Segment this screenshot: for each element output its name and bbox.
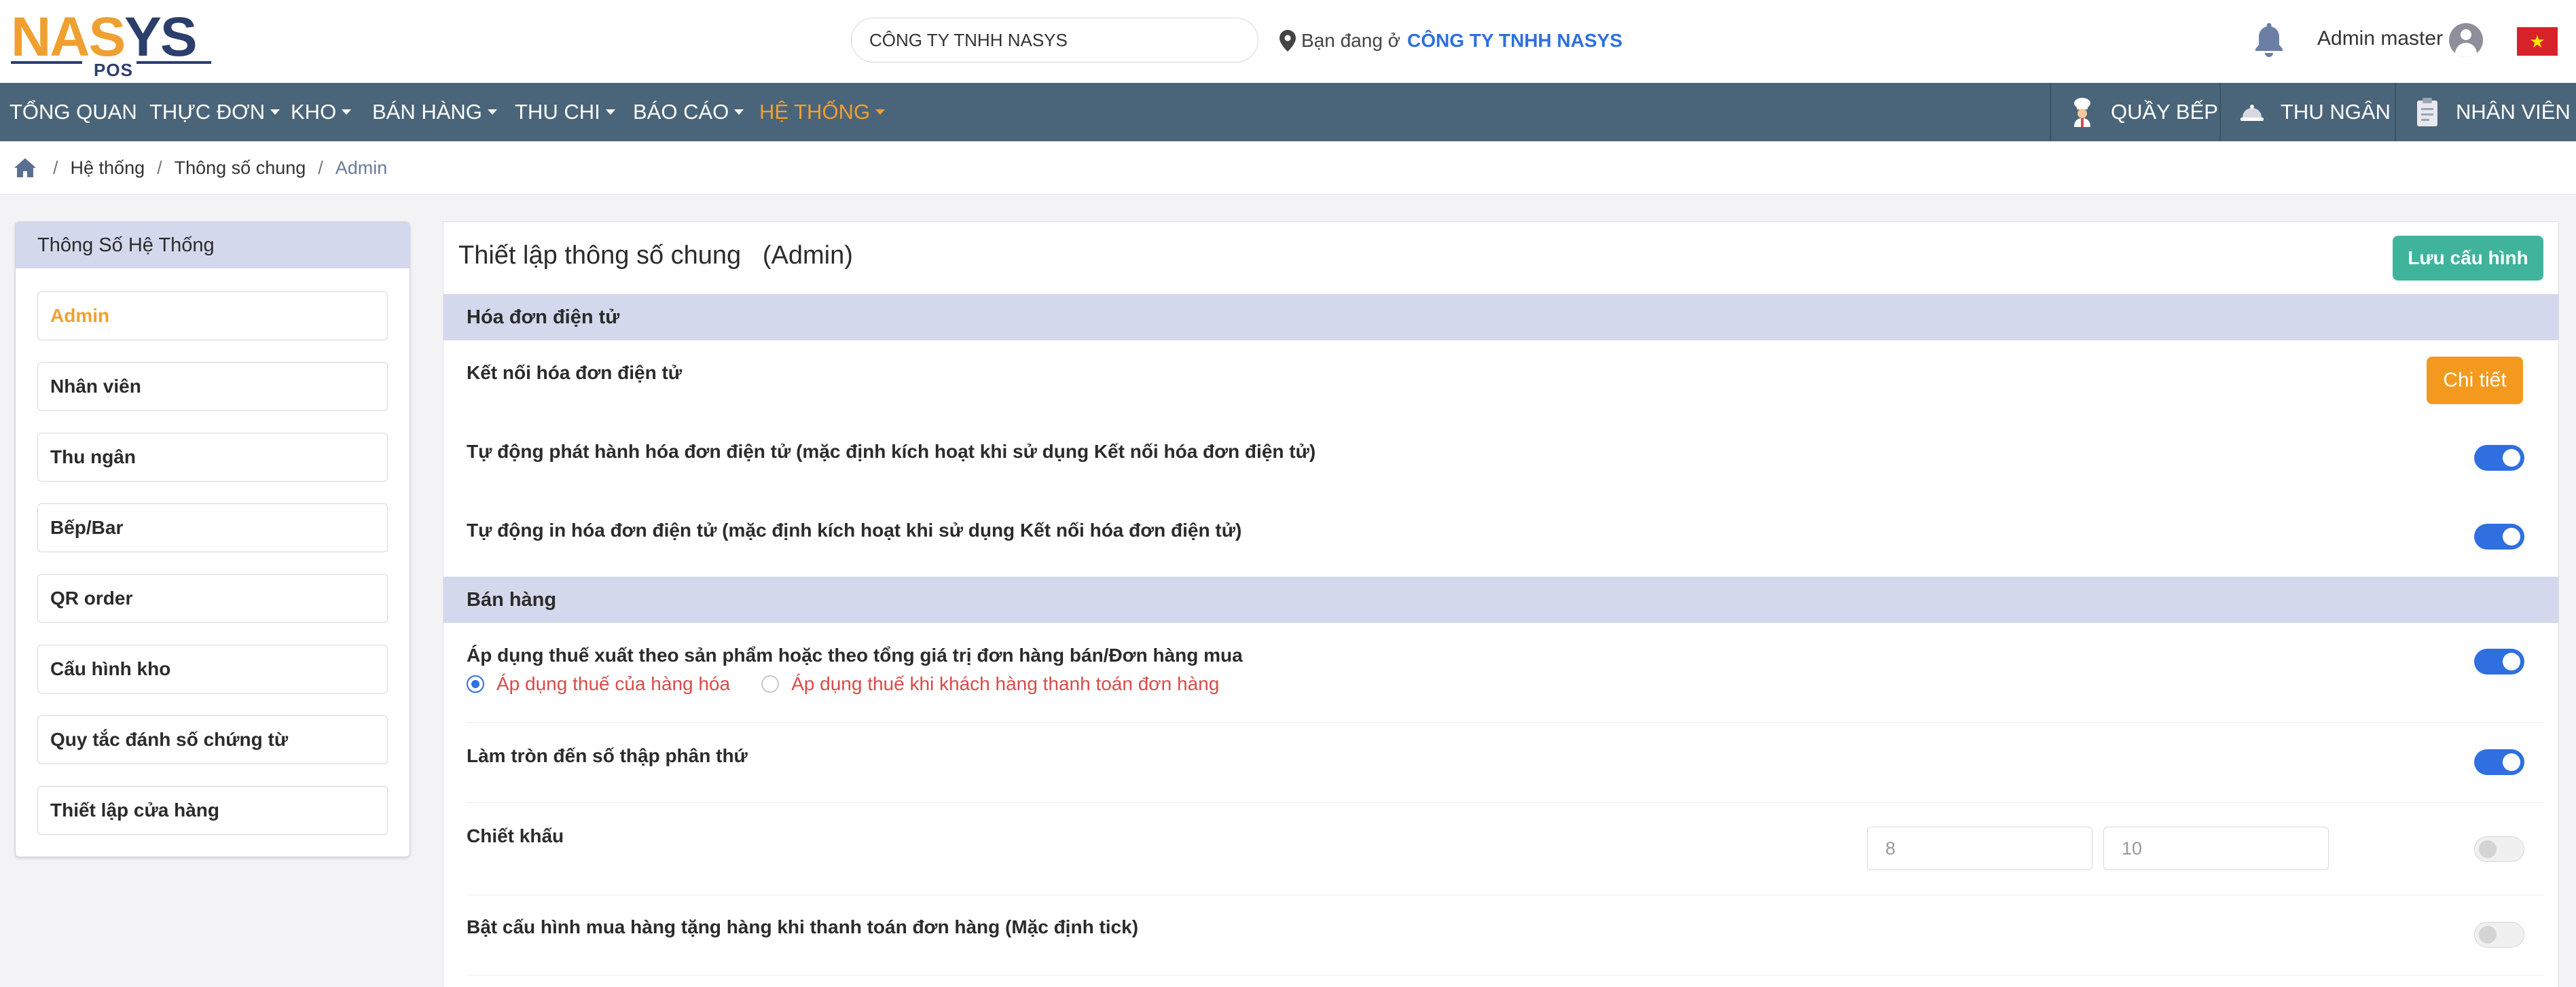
logo-underline-left <box>11 61 82 64</box>
discount-input-2[interactable]: 10 <box>2103 827 2329 870</box>
chevron-down-icon <box>605 109 615 115</box>
sidebar-title: Thông Số Hệ Thống <box>16 222 410 268</box>
nav-thu-chi[interactable]: THU CHI <box>515 83 615 141</box>
gift-config-label: Bật cấu hình mua hàng tặng hàng khi than… <box>467 916 1139 937</box>
logo-text-na: NA <box>11 6 90 68</box>
row-divider <box>467 722 2545 723</box>
sidebar-item-admin[interactable]: Admin <box>37 291 388 340</box>
tax-mode-options: Áp dụng thuế của hàng hóa Áp dụng thuế k… <box>467 673 1250 695</box>
settings-sidebar: Thông Số Hệ Thống Admin Nhân viên Thu ng… <box>15 221 410 857</box>
rounding-label: Làm tròn đến số thập phân thứ <box>467 745 748 766</box>
breadcrumb-current: Admin <box>335 158 388 178</box>
current-location: Bạn đang ở CÔNG TY TNHH NASYS <box>1280 27 1622 54</box>
notification-bell-icon[interactable] <box>2253 22 2285 57</box>
sidebar-item-cau-hinh-kho[interactable]: Cấu hình kho <box>37 645 388 694</box>
invoice-detail-button[interactable]: Chi tiết <box>2427 357 2523 404</box>
breadcrumb-thong-so-chung[interactable]: Thông số chung <box>175 158 306 179</box>
page-title: Thiết lập thông số chung (Admin) <box>458 241 853 270</box>
logo-underline-right <box>137 61 211 64</box>
nav-kho[interactable]: KHO <box>291 83 352 141</box>
discount-input-1[interactable]: 8 <box>1867 827 2092 870</box>
vietnam-flag-icon[interactable]: ★ <box>2517 27 2558 56</box>
sidebar-item-qr-order[interactable]: QR order <box>37 574 388 623</box>
settings-panel: Thiết lập thông số chung (Admin) Lưu cấu… <box>443 221 2559 987</box>
discount-toggle[interactable] <box>2474 836 2524 862</box>
rounding-toggle[interactable] <box>2474 749 2524 775</box>
tax-option-payment-label[interactable]: Áp dụng thuế khi khách hàng thanh toán đ… <box>791 673 1219 695</box>
map-pin-icon <box>1280 30 1296 52</box>
row-divider <box>467 802 2545 803</box>
chevron-down-icon <box>487 109 497 115</box>
breadcrumb-he-thong[interactable]: Hệ thống <box>71 158 145 179</box>
nasys-logo[interactable]: NASYS POS <box>11 6 211 80</box>
user-avatar-icon[interactable] <box>2449 23 2483 57</box>
auto-issue-toggle[interactable] <box>2474 445 2524 471</box>
auto-print-label: Tự động in hóa đơn điện tử (mặc định kíc… <box>467 520 1242 541</box>
sidebar-item-quy-tac-danh-so[interactable]: Quy tắc đánh số chứng từ <box>37 715 388 764</box>
save-config-button[interactable]: Lưu cấu hình <box>2393 236 2543 281</box>
nav-tong-quan[interactable]: TỔNG QUAN <box>10 83 137 141</box>
sidebar-item-bep-bar[interactable]: Bếp/Bar <box>37 503 388 552</box>
nav-nhan-vien[interactable]: NHÂN VIÊN <box>2395 83 2576 141</box>
logo-subtext: POS <box>94 60 133 80</box>
nav-bao-cao[interactable]: BÁO CÁO <box>633 83 744 141</box>
chevron-down-icon <box>270 109 280 115</box>
chevron-down-icon <box>342 109 352 115</box>
user-name[interactable]: Admin master <box>2317 27 2443 50</box>
location-company-link[interactable]: CÔNG TY TNHH NASYS <box>1407 30 1622 52</box>
nav-ban-hang[interactable]: BÁN HÀNG <box>372 83 497 141</box>
auto-issue-label: Tự động phát hành hóa đơn điện tử (mặc đ… <box>467 441 1316 462</box>
cashier-bell-icon <box>2241 105 2264 121</box>
logo-text-s: S <box>88 6 126 68</box>
gift-config-toggle[interactable] <box>2474 922 2524 948</box>
logo-text-ys: YS <box>124 6 197 68</box>
nav-he-thong[interactable]: HỆ THỐNG <box>759 83 886 141</box>
location-prefix: Bạn đang ở <box>1301 30 1401 51</box>
breadcrumb: / Hệ thống / Thông số chung / Admin <box>0 141 2576 195</box>
sidebar-item-nhan-vien[interactable]: Nhân viên <box>37 362 388 411</box>
tax-option-product-radio[interactable] <box>467 675 484 693</box>
nav-quay-bep[interactable]: QUẦY BẾP <box>2050 83 2219 141</box>
top-bar: NASYS POS CÔNG TY TNHH NASYS Bạn đang ở … <box>0 0 2576 83</box>
sidebar-item-thiet-lap-cua-hang[interactable]: Thiết lập cửa hàng <box>37 786 388 835</box>
invoice-connect-label: Kết nối hóa đơn điện tử <box>467 362 683 383</box>
clipboard-icon <box>2417 98 2437 126</box>
section-sales-header: Bán hàng <box>443 577 2558 623</box>
chef-icon <box>2074 98 2090 127</box>
chevron-down-icon <box>734 109 744 115</box>
section-invoice-header: Hóa đơn điện tử <box>443 294 2558 340</box>
chevron-down-icon <box>875 109 886 115</box>
tax-mode-label: Áp dụng thuế xuất theo sản phẩm hoặc the… <box>467 645 1243 666</box>
discount-label: Chiết khấu <box>467 825 564 846</box>
main-nav: TỔNG QUAN THỰC ĐƠN KHO BÁN HÀNG THU CHI … <box>0 83 2576 141</box>
home-icon[interactable] <box>14 158 37 178</box>
tax-mode-toggle[interactable] <box>2474 649 2524 675</box>
sidebar-item-thu-ngan[interactable]: Thu ngân <box>37 433 388 482</box>
auto-print-toggle[interactable] <box>2474 524 2524 550</box>
tax-option-product-label[interactable]: Áp dụng thuế của hàng hóa <box>496 673 730 695</box>
tax-option-payment-radio[interactable] <box>761 675 780 693</box>
nav-thuc-don[interactable]: THỰC ĐƠN <box>149 83 280 141</box>
nav-thu-ngan[interactable]: THU NGÂN <box>2219 83 2395 141</box>
company-select-field[interactable]: CÔNG TY TNHH NASYS <box>851 18 1258 62</box>
